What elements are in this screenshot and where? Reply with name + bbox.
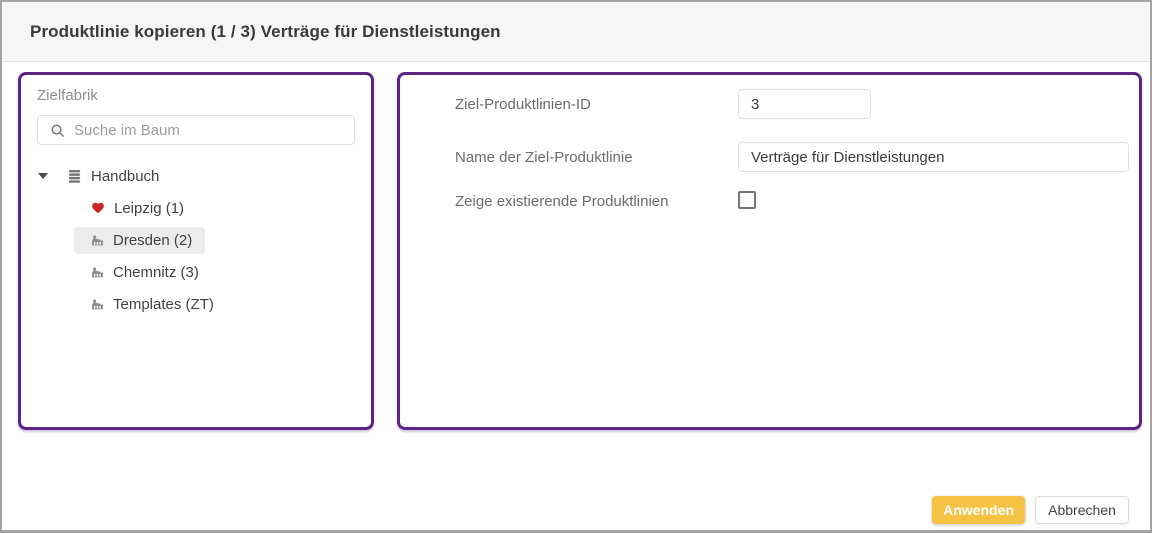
- target-product-line-name-input[interactable]: [738, 142, 1129, 172]
- dialog-title: Produktlinie kopieren (1 / 3) Verträge f…: [30, 22, 501, 42]
- show-existing-product-lines-checkbox[interactable]: [738, 191, 756, 209]
- tree-node-label: Handbuch: [91, 168, 159, 185]
- search-icon: [50, 123, 65, 138]
- tree-node-label: Templates (ZT): [113, 296, 214, 313]
- tree-node-label: Leipzig (1): [114, 200, 184, 217]
- dialog-frame: Produktlinie kopieren (1 / 3) Verträge f…: [0, 0, 1152, 533]
- tree-search-box[interactable]: [37, 115, 355, 145]
- target-product-line-name-label: Name der Ziel-Produktlinie: [455, 149, 633, 166]
- target-product-line-id-label: Ziel-Produktlinien-ID: [455, 96, 591, 113]
- show-existing-product-lines-label: Zeige existierende Produktlinien: [455, 193, 668, 210]
- tree-node-templates[interactable]: Templates (ZT): [21, 288, 371, 320]
- factory-tree: Handbuch Leipzig (1): [21, 160, 371, 320]
- tree-panel-title: Zielfabrik: [37, 87, 371, 104]
- tree-node-label: Chemnitz (3): [113, 264, 199, 281]
- factory-icon: [91, 234, 104, 247]
- tree-search-input[interactable]: [74, 122, 344, 139]
- factory-icon: [91, 266, 104, 279]
- target-factory-panel: Zielfabrik: [18, 72, 374, 430]
- tree-node-chemnitz[interactable]: Chemnitz (3): [21, 256, 371, 288]
- cancel-button[interactable]: Abbrechen: [1035, 496, 1129, 524]
- heart-icon: [91, 201, 105, 215]
- tree-node-label: Dresden (2): [113, 232, 192, 249]
- dialog-titlebar: Produktlinie kopieren (1 / 3) Verträge f…: [2, 2, 1150, 62]
- selected-tree-node: Dresden (2): [74, 227, 205, 254]
- factory-icon: [91, 298, 104, 311]
- product-line-form-panel: Ziel-Produktlinien-ID Name der Ziel-Prod…: [397, 72, 1142, 430]
- database-icon: [67, 169, 82, 184]
- tree-node-handbuch[interactable]: Handbuch: [21, 160, 371, 192]
- tree-node-dresden[interactable]: Dresden (2): [21, 224, 371, 256]
- target-product-line-id-input[interactable]: [738, 89, 871, 119]
- apply-button[interactable]: Anwenden: [932, 496, 1025, 524]
- tree-node-leipzig[interactable]: Leipzig (1): [21, 192, 371, 224]
- chevron-down-icon[interactable]: [38, 173, 48, 179]
